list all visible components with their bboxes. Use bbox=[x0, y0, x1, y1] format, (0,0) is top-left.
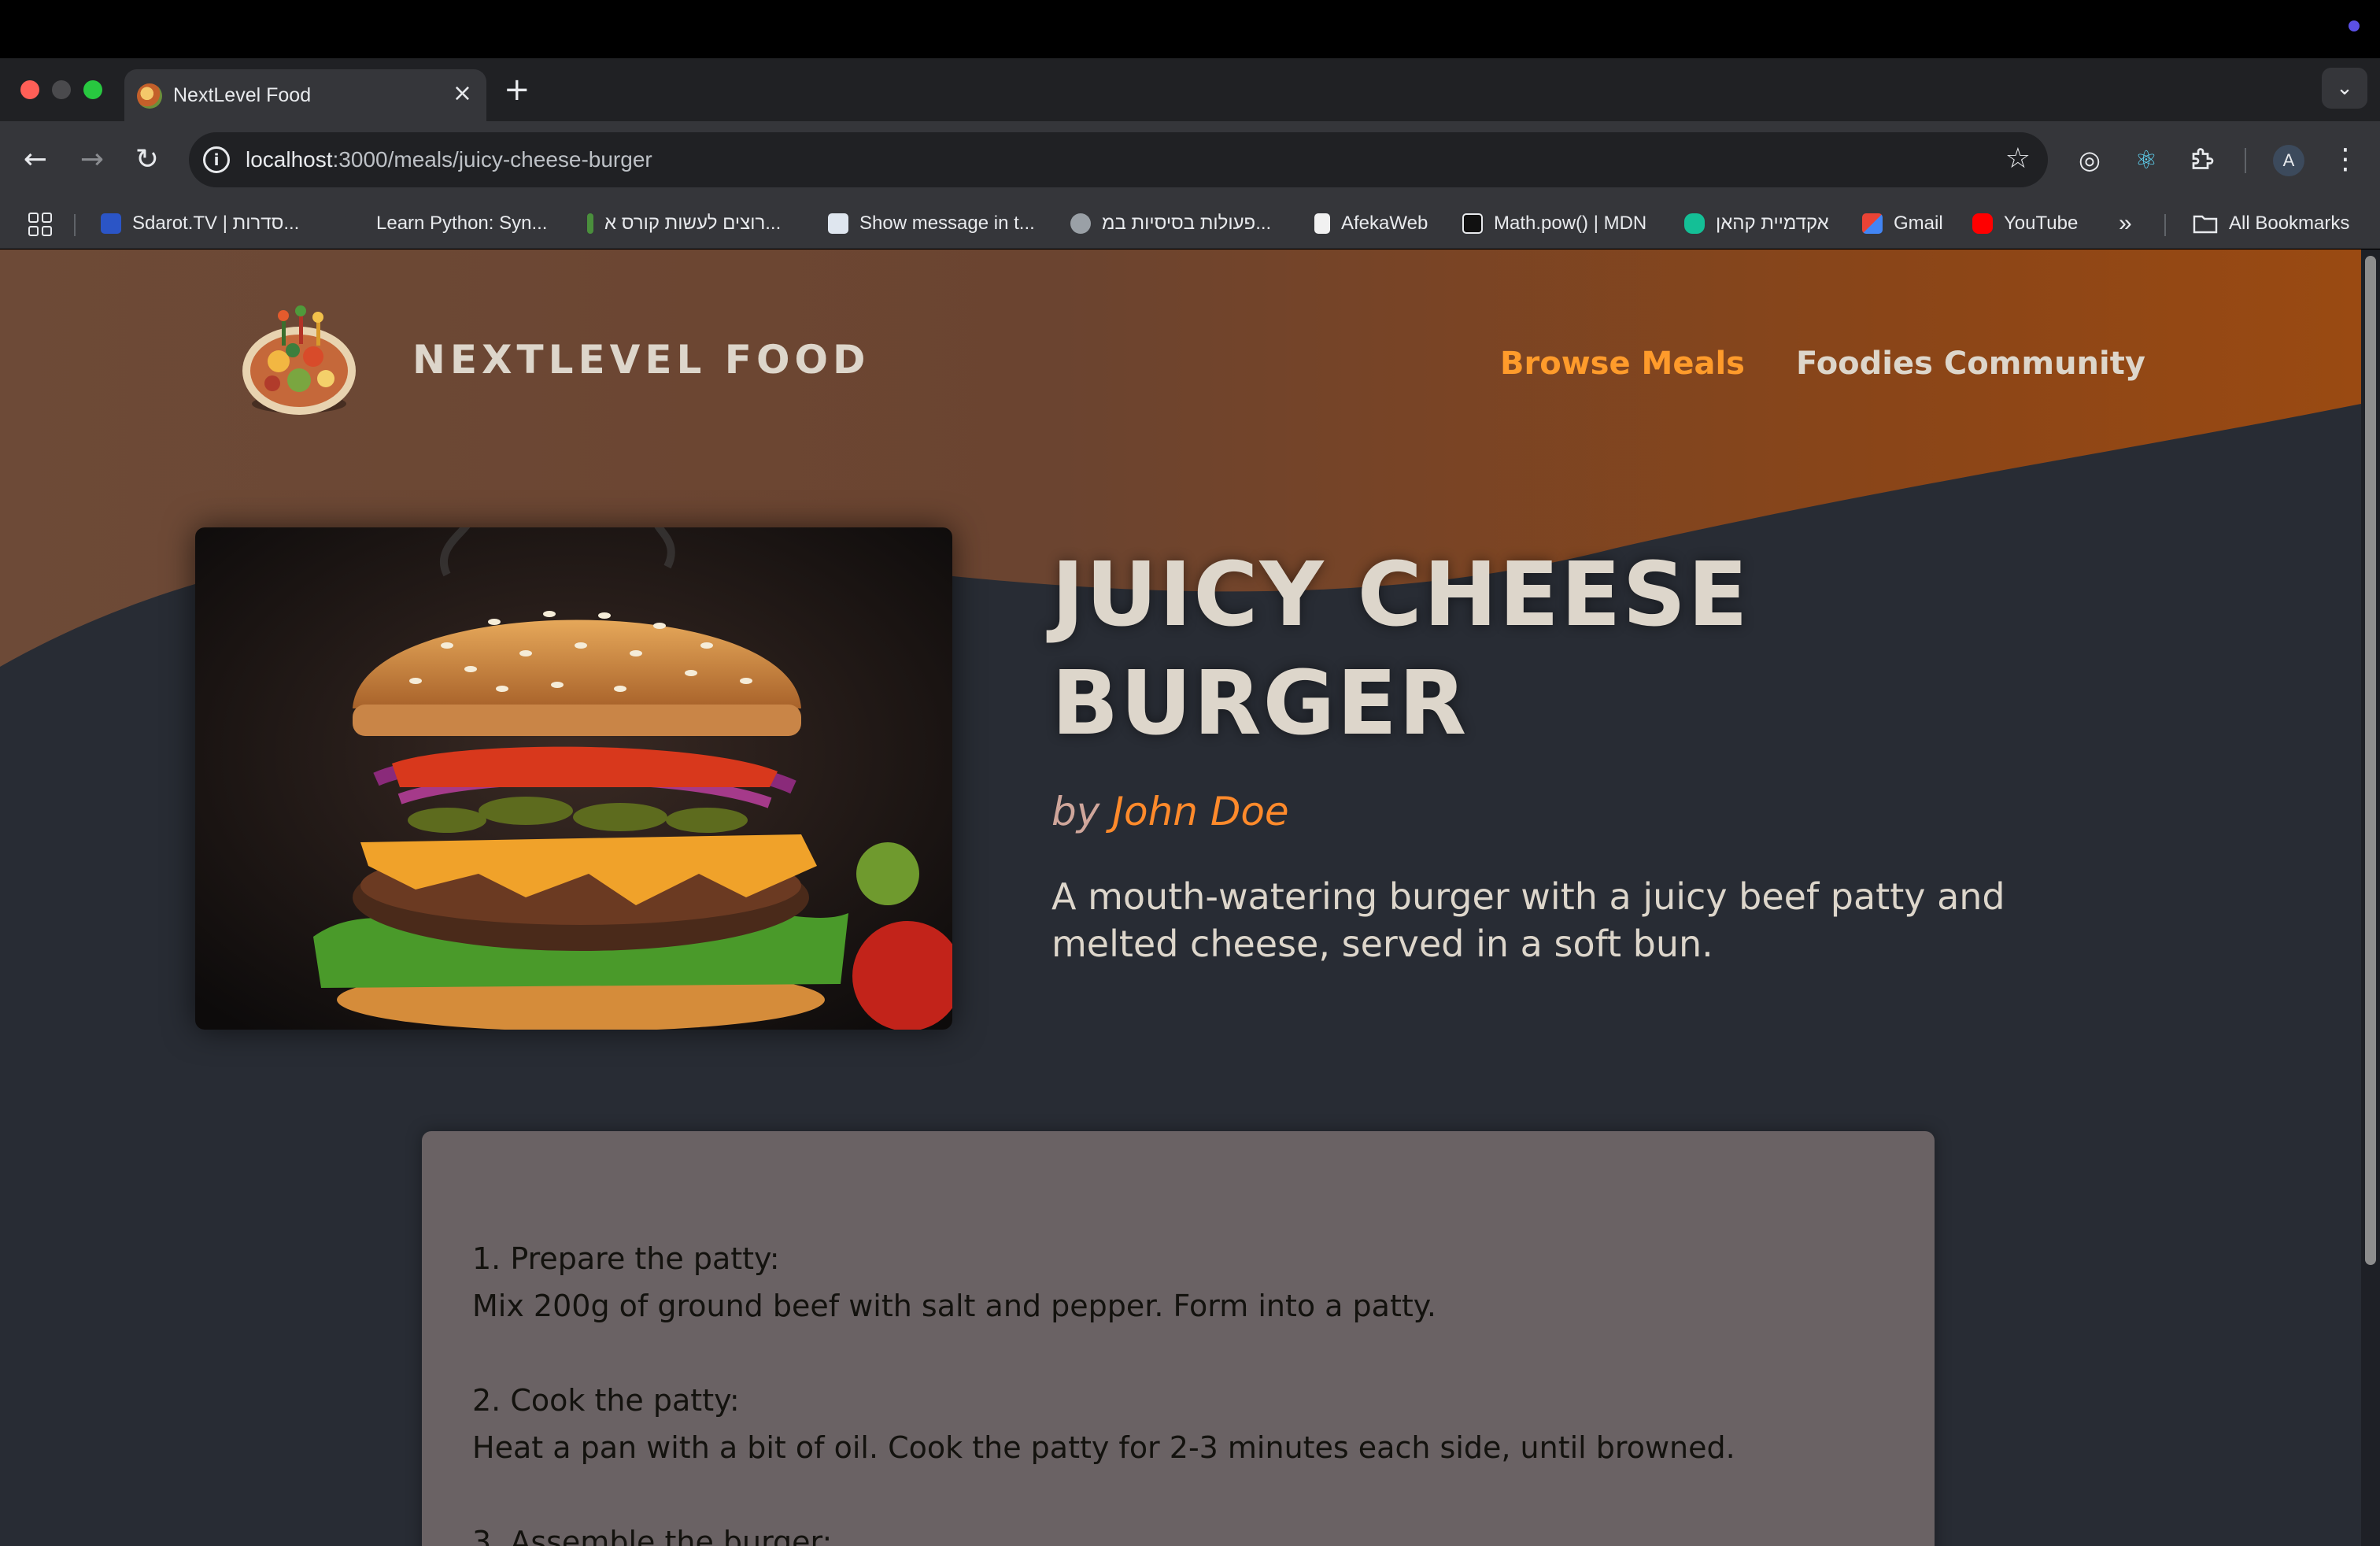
extension-target-icon[interactable]: ◎ bbox=[2071, 142, 2108, 178]
burger-image bbox=[195, 527, 952, 1030]
browser-toolbar: ← → ↻ i localhost:3000/meals/juicy-chees… bbox=[0, 121, 2380, 198]
gmail-icon bbox=[1862, 213, 1883, 234]
bookmark-label: YouTube bbox=[2004, 213, 2079, 234]
meal-title: JUICY CHEESE BURGER bbox=[1051, 541, 2075, 758]
page-scrollbar[interactable] bbox=[2361, 250, 2380, 1546]
browser-tab-bar: NextLevel Food × + ⌄ bbox=[0, 58, 2380, 121]
bookmark-youtube[interactable]: YouTube bbox=[1972, 209, 2078, 238]
more-menu-icon[interactable]: ⋮ bbox=[2330, 140, 2361, 179]
nav-browse-meals[interactable]: Browse Meals bbox=[1500, 344, 1745, 383]
address-bar[interactable]: i localhost:3000/meals/juicy-cheese-burg… bbox=[189, 132, 2048, 187]
bookmarks-divider bbox=[74, 214, 76, 236]
bookmark-khan[interactable]: אקדמיית קהאן bbox=[1684, 209, 1829, 238]
meal-byline: by John Doe bbox=[1051, 786, 1289, 837]
globe-icon bbox=[1070, 213, 1091, 234]
instruction-line: Mix 200g of ground beef with salt and pe… bbox=[472, 1289, 1436, 1323]
tab-nextlevel-food[interactable]: NextLevel Food × bbox=[124, 69, 486, 121]
instruction-line: 2. Cook the patty: bbox=[472, 1383, 740, 1418]
reload-icon[interactable]: ↻ bbox=[128, 140, 167, 179]
bookmark-sdarot[interactable]: Sdarot.TV | סדרות... bbox=[101, 209, 299, 238]
bookmark-basic-ops[interactable]: פעולות בסיסיות במ... bbox=[1070, 209, 1271, 238]
sdarot-icon bbox=[101, 213, 121, 234]
tab-title: NextLevel Food bbox=[173, 84, 312, 106]
youtube-icon bbox=[1972, 213, 1993, 234]
url-text[interactable]: localhost:3000/meals/juicy-cheese-burger bbox=[246, 146, 652, 173]
status-dot-icon bbox=[2349, 20, 2360, 31]
folder-icon bbox=[2193, 215, 2218, 234]
back-arrow-icon[interactable]: ← bbox=[16, 140, 55, 179]
url-path: :3000/meals/juicy-cheese-burger bbox=[332, 147, 652, 172]
instructions-card: 1. Prepare the patty: Mix 200g of ground… bbox=[422, 1131, 1935, 1546]
bookmark-label: Math.pow() | MDN bbox=[1494, 213, 1647, 234]
bookmark-afekaweb[interactable]: AfekaWeb bbox=[1314, 209, 1428, 238]
bookmark-star-icon[interactable]: ☆ bbox=[2005, 143, 2031, 175]
all-bookmarks-label: All Bookmarks bbox=[2229, 213, 2350, 234]
mdn-icon bbox=[1462, 213, 1483, 234]
tab-search-button[interactable]: ⌄ bbox=[2322, 68, 2367, 109]
bookmark-label: אקדמיית קהאן bbox=[1716, 213, 1829, 234]
bookmarks-divider bbox=[2164, 214, 2166, 236]
bookmarks-bar: Sdarot.TV | סדרות... Learn Python: Syn..… bbox=[0, 198, 2380, 249]
new-tab-button[interactable]: + bbox=[504, 72, 530, 107]
instruction-line: 3. Assemble the burger: bbox=[472, 1525, 833, 1546]
bookmark-mdn[interactable]: Math.pow() | MDN bbox=[1462, 209, 1646, 238]
all-bookmarks-button[interactable]: All Bookmarks bbox=[2193, 209, 2349, 238]
course-icon bbox=[587, 213, 593, 234]
bookmark-gmail[interactable]: Gmail bbox=[1862, 209, 1943, 238]
meal-title-line2: BURGER bbox=[1051, 653, 1469, 755]
instruction-line: 1. Prepare the patty: bbox=[472, 1241, 780, 1276]
author-link[interactable]: John Doe bbox=[1112, 789, 1288, 834]
site-info-icon[interactable]: i bbox=[203, 146, 230, 173]
bookmark-label: רוצים לעשות קורס א... bbox=[604, 213, 782, 234]
profile-avatar[interactable]: A bbox=[2273, 145, 2304, 176]
toolbar-divider bbox=[2245, 148, 2246, 173]
bookmark-label: Gmail bbox=[1894, 213, 1943, 234]
bookmark-label: Learn Python: Syn... bbox=[376, 213, 548, 234]
nav-foodies-community[interactable]: Foodies Community bbox=[1796, 344, 2145, 383]
minimize-window-button[interactable] bbox=[52, 80, 71, 99]
meal-title-line1: JUICY CHEESE bbox=[1051, 544, 1750, 646]
page-viewport: NEXTLEVEL FOOD Browse Meals Foodies Comm… bbox=[0, 250, 2361, 1546]
site-logo-text[interactable]: NEXTLEVEL FOOD bbox=[412, 335, 870, 385]
bookmark-label: פעולות בסיסיות במ... bbox=[1102, 213, 1272, 234]
zoom-window-button[interactable] bbox=[83, 80, 102, 99]
doc-icon bbox=[828, 213, 848, 234]
favicon-icon bbox=[137, 83, 162, 109]
apps-grid-icon[interactable] bbox=[28, 213, 52, 236]
afeka-icon bbox=[1314, 213, 1330, 234]
bookmark-learn-python[interactable]: Learn Python: Syn... bbox=[345, 209, 547, 238]
bookmark-label: AfekaWeb bbox=[1341, 213, 1428, 234]
scrollbar-thumb[interactable] bbox=[2365, 256, 2376, 1265]
site-logo-icon[interactable] bbox=[238, 305, 360, 420]
instruction-line: Heat a pan with a bit of oil. Cook the p… bbox=[472, 1430, 1735, 1465]
extensions-puzzle-icon[interactable] bbox=[2185, 142, 2221, 178]
react-devtools-icon[interactable]: ⚛ bbox=[2128, 142, 2164, 178]
byline-prefix: by bbox=[1051, 789, 1100, 834]
bookmark-course[interactable]: רוצים לעשות קורס א... bbox=[587, 209, 781, 238]
bookmark-label: Sdarot.TV | סדרות... bbox=[132, 213, 300, 234]
bookmarks-overflow-button[interactable]: » bbox=[2119, 209, 2132, 238]
close-window-button[interactable] bbox=[20, 80, 39, 99]
meal-summary: A mouth-watering burger with a juicy bee… bbox=[1051, 875, 2005, 965]
bookmark-show-message[interactable]: Show message in t... bbox=[828, 209, 1035, 238]
forward-arrow-icon[interactable]: → bbox=[72, 140, 112, 179]
codecademy-icon bbox=[345, 213, 365, 234]
meal-image bbox=[195, 527, 952, 1030]
os-menu-strip bbox=[0, 0, 2380, 58]
khan-icon bbox=[1684, 213, 1705, 234]
tab-close-icon[interactable]: × bbox=[453, 80, 472, 107]
url-host: localhost bbox=[246, 147, 333, 172]
bookmark-label: Show message in t... bbox=[859, 213, 1035, 234]
